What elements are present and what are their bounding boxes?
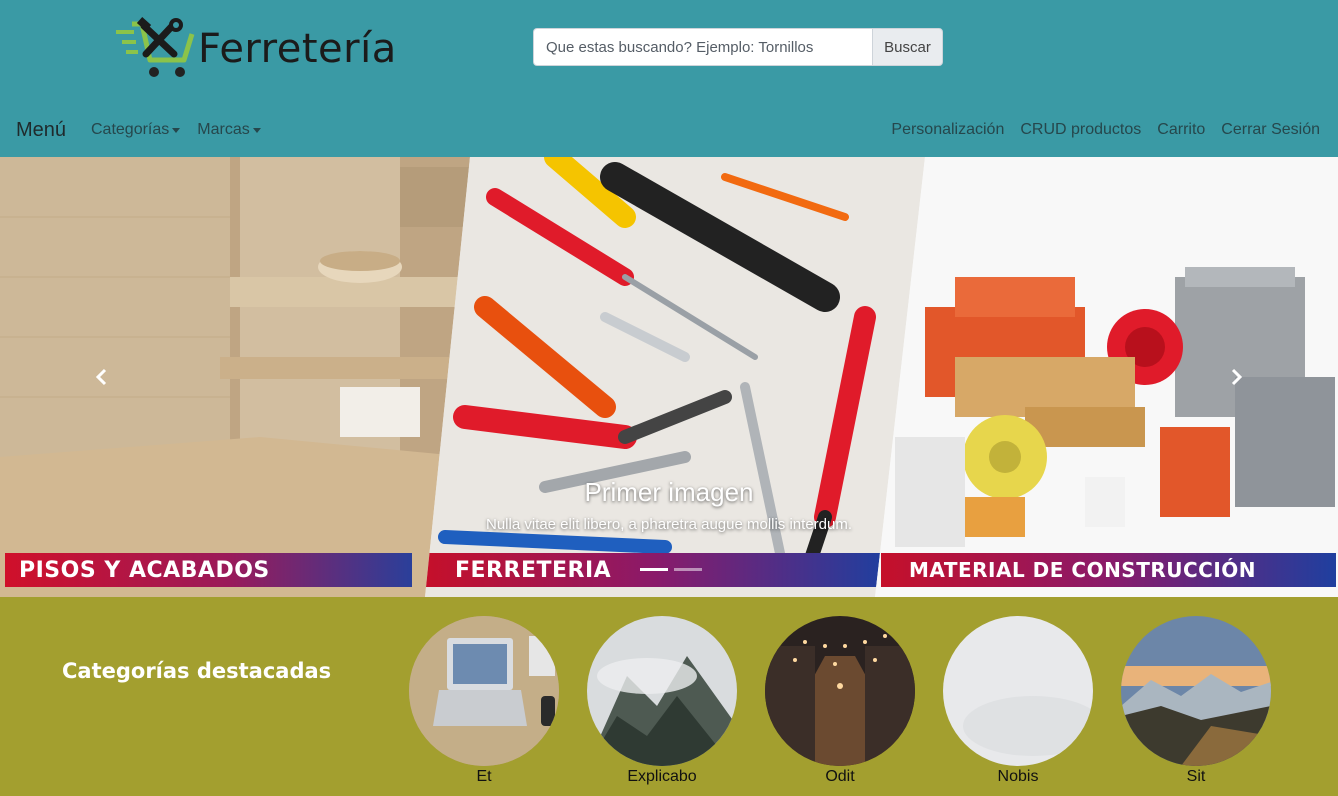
category-card[interactable]: Nobis bbox=[943, 616, 1093, 786]
nav-link-carrito[interactable]: Carrito bbox=[1157, 121, 1205, 139]
chevron-right-icon bbox=[1231, 368, 1243, 386]
featured-title: Categorías destacadas bbox=[62, 659, 332, 683]
banner-pisos-acabados: PISOS Y ACABADOS bbox=[5, 553, 412, 587]
nav-left-menu: Categorías Marcas bbox=[91, 121, 261, 139]
nav-link-label: Marcas bbox=[197, 121, 250, 138]
category-card[interactable]: Odit bbox=[765, 616, 915, 786]
night-street-lights-photo-icon bbox=[765, 616, 915, 766]
nav-link-personalizacion[interactable]: Personalización bbox=[891, 121, 1004, 139]
search-form: Buscar bbox=[533, 28, 943, 66]
category-label: Odit bbox=[825, 768, 855, 785]
nav-right-menu: Personalización CRUD productos Carrito C… bbox=[891, 121, 1320, 139]
carousel-prev-button[interactable] bbox=[82, 357, 122, 397]
hardware-cart-logo-icon bbox=[116, 17, 195, 77]
nav-dropdown-categorias[interactable]: Categorías bbox=[91, 121, 181, 139]
carousel-caption: Primer imagen Nulla vitae elit libero, a… bbox=[0, 477, 1338, 533]
category-label: Et bbox=[476, 768, 492, 785]
category-card[interactable]: Sit bbox=[1121, 616, 1271, 786]
laptop-photo-icon bbox=[409, 616, 559, 766]
misty-forest-photo-icon bbox=[587, 616, 737, 766]
category-card[interactable]: Explicabo bbox=[587, 616, 737, 786]
site-header: Ferretería Buscar bbox=[0, 0, 1338, 100]
caret-down-icon bbox=[252, 128, 261, 133]
carousel-caption-title: Primer imagen bbox=[584, 477, 754, 507]
search-button[interactable]: Buscar bbox=[872, 28, 943, 66]
carousel-indicators bbox=[640, 568, 702, 571]
category-label: Nobis bbox=[997, 768, 1039, 785]
logo-text: Ferretería bbox=[198, 26, 397, 72]
carousel-indicator[interactable] bbox=[674, 568, 702, 571]
nav-dropdown-marcas[interactable]: Marcas bbox=[197, 121, 261, 139]
category-card[interactable]: Et bbox=[409, 616, 559, 786]
main-navbar: Menú Categorías Marcas Personalización C… bbox=[0, 100, 1338, 157]
carousel-caption-text: Nulla vitae elit libero, a pharetra augu… bbox=[485, 516, 853, 533]
logo[interactable]: Ferretería bbox=[116, 16, 397, 82]
banner-material-construccion: MATERIAL DE CONSTRUCCIÓN bbox=[881, 553, 1336, 587]
navbar-brand[interactable]: Menú bbox=[16, 119, 66, 142]
nav-link-crud-productos[interactable]: CRUD productos bbox=[1020, 121, 1141, 139]
carousel-indicator[interactable] bbox=[640, 568, 668, 571]
category-label: Sit bbox=[1186, 768, 1206, 785]
search-input[interactable] bbox=[533, 28, 872, 66]
nav-link-label: Categorías bbox=[91, 121, 170, 138]
hero-carousel: PISOS Y ACABADOS FERRETERIA MATERIAL DE … bbox=[0, 157, 1338, 597]
featured-categories: Categorías destacadas Et Explicabo Odit … bbox=[0, 597, 1338, 796]
caret-down-icon bbox=[172, 128, 181, 133]
mountain-landscape-photo-icon bbox=[1121, 616, 1271, 766]
white-blank-photo-icon bbox=[943, 616, 1093, 766]
nav-link-cerrar-sesion[interactable]: Cerrar Sesión bbox=[1221, 121, 1320, 139]
category-label: Explicabo bbox=[627, 768, 697, 785]
chevron-left-icon bbox=[95, 368, 107, 386]
carousel-next-button[interactable] bbox=[1216, 357, 1256, 397]
